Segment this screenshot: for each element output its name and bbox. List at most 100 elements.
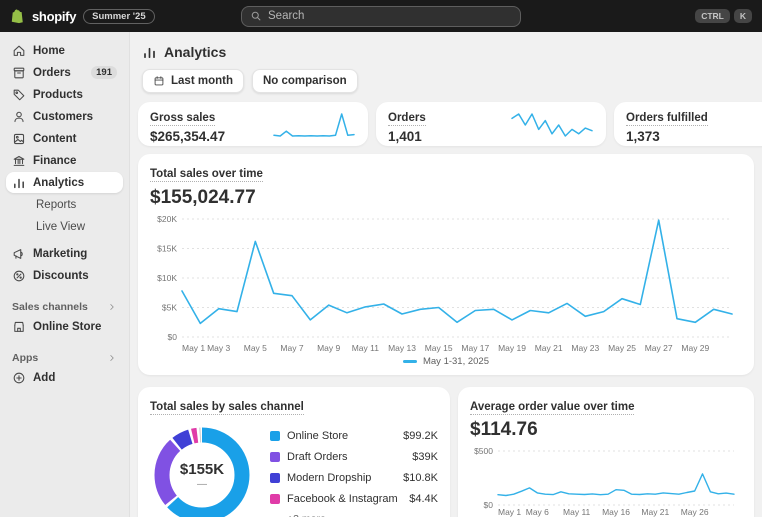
sidebar-item-label: Discounts xyxy=(33,269,89,282)
comparison-label: No comparison xyxy=(262,75,347,87)
svg-text:May 1: May 1 xyxy=(498,507,521,517)
analytics-page-icon xyxy=(144,47,155,58)
donut-center: $155K — xyxy=(150,423,254,517)
orders-sparkline xyxy=(511,113,593,137)
svg-text:$20K: $20K xyxy=(157,214,177,224)
legend-row-online-store[interactable]: Online Store $99.2K xyxy=(270,425,438,446)
donut-center-sub: — xyxy=(197,478,207,490)
sidebar: Home Orders 191 Products Customers Conte… xyxy=(0,32,130,517)
sidebar-item-label: Orders xyxy=(33,66,71,79)
apps-section[interactable]: Apps xyxy=(0,349,129,367)
section-label: Apps xyxy=(12,352,39,364)
legend-label: Draft Orders xyxy=(287,450,348,463)
kpi-label: Orders xyxy=(388,112,426,126)
sidebar-item-marketing[interactable]: Marketing xyxy=(6,243,123,264)
svg-text:$500: $500 xyxy=(474,446,493,456)
sidebar-item-label: Reports xyxy=(36,198,77,211)
svg-text:May 3: May 3 xyxy=(207,343,230,353)
sidebar-item-reports[interactable]: Reports xyxy=(6,194,123,215)
svg-text:$0: $0 xyxy=(484,500,494,510)
sidebar-item-customers[interactable]: Customers xyxy=(6,106,123,127)
section-label: Sales channels xyxy=(12,301,88,313)
total-sales-card: Total sales over time $155,024.77 $0 $5K $… xyxy=(138,154,754,375)
date-range-button[interactable]: Last month xyxy=(142,69,244,93)
filter-bar: Last month No comparison xyxy=(142,69,754,93)
svg-text:May 16: May 16 xyxy=(602,507,630,517)
sales-by-channel-card: Total sales by sales channel $155K — Onl… xyxy=(138,387,450,517)
comparison-button[interactable]: No comparison xyxy=(251,69,358,93)
online-store-swatch xyxy=(270,430,280,441)
chevron-right-icon xyxy=(110,355,114,361)
k-key-badge: K xyxy=(733,9,752,23)
svg-text:$0: $0 xyxy=(168,332,178,342)
kpi-card-orders[interactable]: Orders 1,401 xyxy=(376,102,606,146)
aov-value: $114.76 xyxy=(470,419,538,440)
search-icon xyxy=(251,11,261,21)
shopify-admin-window: shopify Summer '25 Search CTRL K Home Or… xyxy=(0,0,762,517)
total-sales-line-chart: $0 $5K $10K $15K $20K May 1 May 3 May 5 May 7 May… xyxy=(157,214,733,353)
orders-icon xyxy=(12,66,26,80)
svg-text:May 21: May 21 xyxy=(641,507,669,517)
kpi-label: Gross sales xyxy=(150,112,216,126)
svg-text:May 21: May 21 xyxy=(535,343,563,353)
bottom-row: Total sales by sales channel $155K — Onl… xyxy=(138,387,754,517)
keyboard-shortcut: CTRL K xyxy=(695,9,752,23)
svg-text:May 15: May 15 xyxy=(425,343,453,353)
sidebar-item-label: Customers xyxy=(33,110,94,123)
legend-value: $99.2K xyxy=(403,429,438,442)
shopify-bag-icon xyxy=(11,8,23,23)
kpi-card-orders-fulfilled[interactable]: Orders fulfilled 1,373 xyxy=(614,102,762,146)
sidebar-item-online-store[interactable]: Online Store xyxy=(6,316,123,337)
svg-text:May 17: May 17 xyxy=(461,343,489,353)
sidebar-item-add-app[interactable]: Add xyxy=(6,367,123,388)
sidebar-item-finance[interactable]: Finance xyxy=(6,150,123,171)
sidebar-item-orders[interactable]: Orders 191 xyxy=(6,62,123,83)
legend-row-modern-dropship[interactable]: Modern Dropship $10.8K xyxy=(270,467,438,488)
svg-text:$15K: $15K xyxy=(157,244,177,254)
kpi-row: Gross sales $265,354.47 Orders 1,401 Ord… xyxy=(138,102,762,146)
kpi-card-gross-sales[interactable]: Gross sales $265,354.47 xyxy=(138,102,368,146)
svg-text:May 29: May 29 xyxy=(681,343,709,353)
aov-title: Average order value over time xyxy=(470,401,635,415)
customers-icon xyxy=(12,110,26,124)
sidebar-item-live-view[interactable]: Live View xyxy=(6,216,123,237)
sidebar-item-discounts[interactable]: Discounts xyxy=(6,265,123,286)
sidebar-item-home[interactable]: Home xyxy=(6,40,123,61)
main-content: Analytics Last month No comparison Gross… xyxy=(130,32,762,517)
svg-text:May 27: May 27 xyxy=(645,343,673,353)
more-channels-link[interactable]: +3 more xyxy=(287,513,438,517)
svg-text:May 1: May 1 xyxy=(182,343,205,353)
legend-label: Modern Dropship xyxy=(287,471,372,484)
gross-sales-sparkline xyxy=(273,113,355,137)
kpi-value: 1,373 xyxy=(626,129,660,144)
shopify-logo[interactable]: shopify Summer '25 xyxy=(10,8,155,24)
total-sales-chart-legend: May 1-31, 2025 xyxy=(150,356,742,369)
finance-icon xyxy=(12,154,26,168)
legend-line-swatch xyxy=(402,360,417,363)
donut-legend: Online Store $99.2K Draft Orders $39K Mo… xyxy=(270,425,438,517)
svg-text:May 7: May 7 xyxy=(280,343,303,353)
sidebar-item-label: Finance xyxy=(33,154,77,167)
kpi-label: Orders fulfilled xyxy=(626,112,708,126)
online-store-icon xyxy=(12,320,26,334)
average-order-value-card: Average order value over time $114.76 $0… xyxy=(458,387,754,517)
svg-text:May 13: May 13 xyxy=(388,343,416,353)
sidebar-item-label: Online Store xyxy=(33,320,102,333)
sidebar-item-analytics[interactable]: Analytics xyxy=(6,172,123,193)
donut-center-value: $155K xyxy=(179,460,225,478)
svg-text:May 11: May 11 xyxy=(563,507,591,517)
sidebar-item-products[interactable]: Products xyxy=(6,84,123,105)
legend-row-facebook-instagram[interactable]: Facebook & Instagram $4.4K xyxy=(270,488,438,509)
search-input[interactable]: Search xyxy=(241,5,521,27)
svg-text:May 26: May 26 xyxy=(681,507,709,517)
svg-text:$10K: $10K xyxy=(157,273,177,283)
sidebar-item-content[interactable]: Content xyxy=(6,128,123,149)
sales-channels-section[interactable]: Sales channels xyxy=(0,298,129,316)
svg-text:May 25: May 25 xyxy=(608,343,636,353)
legend-row-draft-orders[interactable]: Draft Orders $39K xyxy=(270,446,438,467)
sidebar-item-label: Marketing xyxy=(33,247,88,260)
sidebar-item-label: Analytics xyxy=(33,176,85,189)
legend-label: Online Store xyxy=(287,429,349,442)
calendar-icon xyxy=(154,76,164,86)
home-icon xyxy=(12,44,26,58)
